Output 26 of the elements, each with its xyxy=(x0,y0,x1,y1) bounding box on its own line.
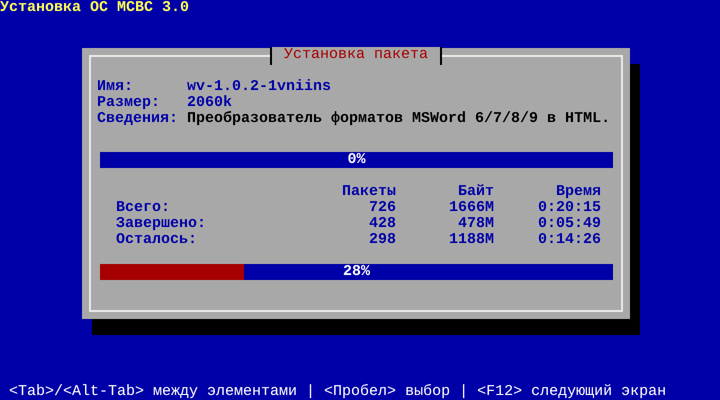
table-cell-text: 1188M xyxy=(448,232,494,248)
field-label: Сведения: xyxy=(97,111,180,127)
field-label: Размер: xyxy=(97,95,162,111)
column-header: Время xyxy=(554,184,601,200)
field-value: 2060k xyxy=(187,95,232,111)
table-cell-text: 1666M xyxy=(448,200,494,216)
column-header: Пакеты xyxy=(340,184,396,200)
row-label: Всего: xyxy=(115,200,172,216)
field-label: Имя: xyxy=(97,79,134,95)
table-cell-text: 0:05:49 xyxy=(536,216,601,232)
table-cell-text: 298 xyxy=(368,232,396,248)
table-cell-text: 726 xyxy=(368,200,396,216)
row-label: Завершено: xyxy=(115,216,208,232)
row-label: Осталось: xyxy=(115,232,198,248)
screen-title: Установка ОС МСВС 3.0 xyxy=(0,0,190,16)
table-cell-text: 478M xyxy=(456,216,494,232)
table-cell-text: 428 xyxy=(368,216,396,232)
progress-reading: 28% xyxy=(342,264,371,280)
help-text: <Tab>/<Alt-Tab> между элементами | <Пробел> выбор | <F12> следующий экран xyxy=(9,383,666,400)
dialog-title: Установка пакета xyxy=(270,47,442,65)
table-cell-text: 0:20:15 xyxy=(536,200,601,216)
table-cell-text: 0:14:26 xyxy=(536,232,601,248)
column-header: Байт xyxy=(456,184,494,200)
progress-reading: 0% xyxy=(346,152,366,168)
field-value: wv-1.0.2-1vniins xyxy=(187,79,332,95)
field-value: Преобразователь форматов MSWord 6/7/8/9 в HTML. xyxy=(187,111,610,127)
